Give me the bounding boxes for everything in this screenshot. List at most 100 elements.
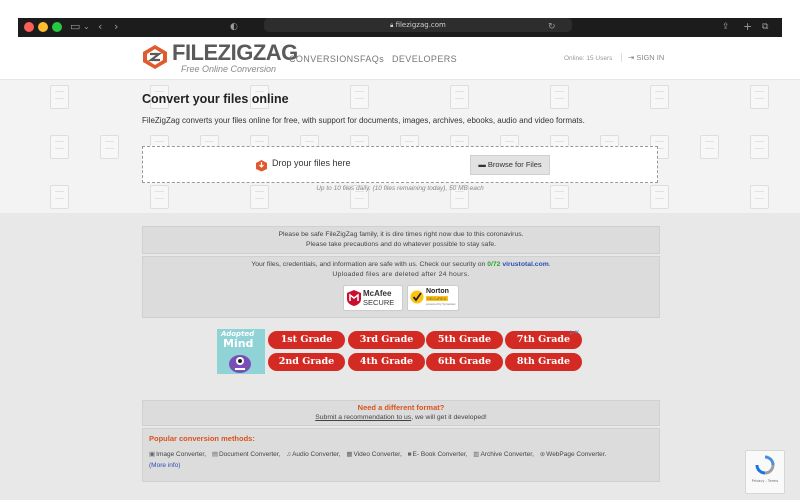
security-line-2: Uploaded files are deleted after 24 hour… <box>332 271 470 278</box>
online-users-count: Online: 15 Users <box>564 55 613 62</box>
recaptcha-icon <box>755 455 775 475</box>
nav-developers[interactable]: DEVELOPERS <box>392 54 457 64</box>
tabs-overview-icon[interactable]: ⧉ <box>762 20 768 34</box>
logo-text[interactable]: FILEZIGZAG <box>172 40 298 66</box>
norton-secured-badge[interactable]: Norton SECURED powered by Symantec <box>407 285 459 311</box>
norton-name: Norton <box>426 288 449 295</box>
norton-by: powered by Symantec <box>426 302 456 306</box>
new-tab-icon[interactable]: + <box>743 20 752 34</box>
back-icon[interactable]: ‹ <box>98 20 102 34</box>
link-label: Audio Converter, <box>292 451 341 458</box>
lock-icon: 🔒︎ <box>390 22 394 29</box>
mcafee-secure-badge[interactable]: McAfee SECURE <box>343 285 403 311</box>
logo-tagline: Free Online Conversion <box>181 64 277 74</box>
browser-toolbar: ▭ ⌄ ‹ › ◐ 🔒︎ filezigzag.com ↻ ⇪ + ⧉ <box>18 18 782 37</box>
nav-conversions[interactable]: CONVERSIONS <box>289 54 360 64</box>
security-line-1: Your files, credentials, and information… <box>143 260 659 270</box>
background-file-icon <box>350 85 369 109</box>
background-file-icon <box>450 85 469 109</box>
grade-5-button[interactable]: 5th Grade <box>426 331 503 349</box>
virustotal-link[interactable]: virustotal.com <box>502 261 548 268</box>
sidebar-icon[interactable]: ▭ <box>70 20 80 34</box>
need-format-title: Need a different format? <box>357 403 445 412</box>
security-text-end: . <box>548 261 551 268</box>
grade-3-button[interactable]: 3rd Grade <box>348 331 425 349</box>
folder-icon: ▬ <box>478 160 486 169</box>
minimize-window-button[interactable] <box>38 22 48 32</box>
audio-converter-link[interactable]: ♫Audio Converter, <box>286 451 340 458</box>
forward-icon[interactable]: › <box>114 20 118 34</box>
image-converter-link[interactable]: ▣Image Converter, <box>149 451 206 458</box>
ebook-converter-link[interactable]: ■E- Book Converter, <box>408 451 468 458</box>
document-converter-link[interactable]: ▤Document Converter, <box>212 451 281 458</box>
drop-files-label: Drop your files here <box>272 158 351 168</box>
grade-2-button[interactable]: 2nd Grade <box>268 353 345 371</box>
more-info-link[interactable]: (More info) <box>149 462 180 469</box>
recaptcha-terms[interactable]: Privacy - Terms <box>747 479 783 483</box>
site-header: FILEZIGZAG Free Online Conversion CONVER… <box>0 37 800 80</box>
background-file-icon <box>550 85 569 109</box>
mcafee-sub: SECURE <box>363 298 395 307</box>
sign-in-icon: ⇥ <box>628 53 635 62</box>
grade-4-button[interactable]: 4th Grade <box>348 353 425 371</box>
background-file-icon <box>100 135 119 159</box>
popular-title: Popular conversion methods: <box>149 434 255 443</box>
need-format-panel: Need a different format? Submit a recomm… <box>142 400 660 426</box>
browse-files-label: Browse for Files <box>487 160 542 169</box>
grade-8-button[interactable]: 8th Grade <box>505 353 582 371</box>
share-icon[interactable]: ⇪ <box>722 20 730 34</box>
browser-chrome: ▭ ⌄ ‹ › ◐ 🔒︎ filezigzag.com ↻ ⇪ + ⧉ <box>0 0 800 37</box>
film-icon: ▦ <box>346 451 353 458</box>
nav-faqs[interactable]: FAQs <box>360 54 384 64</box>
security-badges: McAfee SECURE Norton SECURED powered by … <box>343 285 459 311</box>
link-label: WebPage Converter. <box>546 451 607 458</box>
sign-in-link[interactable]: ⇥ SIGN IN <box>621 53 664 62</box>
background-file-icon <box>700 135 719 159</box>
music-icon: ♫ <box>286 451 292 458</box>
submit-recommendation-link[interactable]: Submit a recommendation to us <box>315 414 411 421</box>
grade-1-button[interactable]: 1st Grade <box>268 331 345 349</box>
background-file-icon <box>750 85 769 109</box>
upload-limit-note: Up to 10 files daily. (10 files remainin… <box>316 185 484 192</box>
shield-icon[interactable]: ◐ <box>230 20 238 34</box>
maximize-window-button[interactable] <box>52 22 62 32</box>
need-format-text: Submit a recommendation to us, we will g… <box>143 413 659 423</box>
url-text: filezigzag.com <box>395 21 446 29</box>
address-bar[interactable]: 🔒︎ filezigzag.com <box>264 18 572 32</box>
background-file-icon <box>50 135 69 159</box>
monster-mascot-icon <box>229 355 251 373</box>
security-panel: Your files, credentials, and information… <box>142 256 660 318</box>
upload-hero: Convert your files online FileZigZag con… <box>0 80 800 213</box>
chevron-down-icon[interactable]: ⌄ <box>83 20 90 34</box>
webpage-converter-link[interactable]: ⊕WebPage Converter. <box>540 451 607 458</box>
norton-sub: SECURED <box>426 296 448 301</box>
link-label: Video Converter, <box>353 451 402 458</box>
reload-icon[interactable]: ↻ <box>548 20 556 34</box>
image-icon: ▣ <box>149 451 156 458</box>
recaptcha-badge[interactable]: Privacy - Terms <box>745 450 785 494</box>
adopted-mind-brand[interactable]: Adopted Mind <box>217 329 265 374</box>
advertisement-banner[interactable]: Adopted Mind 1st Grade 3rd Grade 5th Gra… <box>217 329 582 374</box>
book-icon: ■ <box>407 451 412 458</box>
video-converter-link[interactable]: ▦Video Converter, <box>346 451 401 458</box>
logo-icon[interactable] <box>142 44 168 70</box>
ad-choices-icon[interactable]: ▷✕ <box>570 329 580 336</box>
file-dropzone[interactable]: Drop your files here ▬ Browse for Files <box>142 146 658 183</box>
upload-icon <box>255 157 268 172</box>
archive-converter-link[interactable]: ▥Archive Converter, <box>473 451 534 458</box>
need-format-rest: , we will get it developed! <box>411 414 487 421</box>
checkmark-icon <box>410 290 424 304</box>
background-file-icon <box>750 135 769 159</box>
notice-line-1: Please be safe FileZigZag family, it is … <box>278 231 524 238</box>
page-description: FileZigZag converts your files online fo… <box>142 116 585 125</box>
document-icon: ▤ <box>211 451 218 458</box>
mcafee-shield-icon <box>347 290 361 306</box>
close-window-button[interactable] <box>24 22 34 32</box>
browse-files-button[interactable]: ▬ Browse for Files <box>470 155 550 175</box>
popular-links: ▣Image Converter, ▤Document Converter, ♫… <box>149 449 654 471</box>
archive-icon: ▥ <box>473 451 480 458</box>
link-label: E- Book Converter, <box>412 451 468 458</box>
popular-conversions-panel: Popular conversion methods: ▣Image Conve… <box>142 428 660 482</box>
grade-6-button[interactable]: 6th Grade <box>426 353 503 371</box>
notice-line-2: Please take precautions and do whatever … <box>305 241 497 248</box>
